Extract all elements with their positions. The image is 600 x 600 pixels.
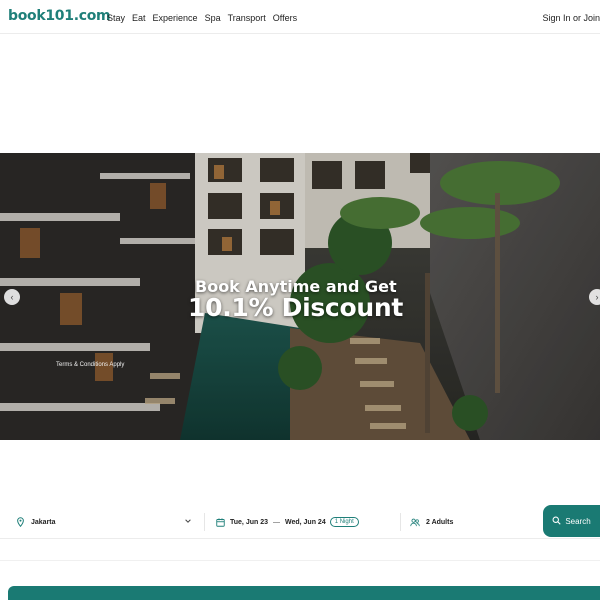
nav-transport[interactable]: Transport [228,13,266,23]
hero-banner[interactable]: Book Anytime and Get 10.1% Discount Term… [0,153,600,440]
divider [204,513,205,531]
top-header: book101.com Stay Eat Experience Spa Tran… [0,0,600,34]
promo-section-band [8,586,600,600]
guests-select[interactable]: 2 Adults [410,505,453,539]
guests-value: 2 Adults [426,518,454,526]
carousel-next-button[interactable]: › [589,289,600,305]
section-divider [0,560,600,561]
site-logo[interactable]: book101.com [8,8,111,24]
divider [400,513,401,531]
search-bar-underline [0,538,600,539]
search-button-label: Search [565,516,591,526]
date-separator: — [273,518,280,526]
location-select[interactable]: Jakarta [16,505,196,539]
nav-experience[interactable]: Experience [153,13,198,23]
checkin-date: Tue, Jun 23 [230,518,268,526]
calendar-icon [216,517,225,527]
search-bar: Jakarta Tue, Jun 23 — Wed, Jun 24 1 Nigh… [0,505,600,539]
carousel-prev-button[interactable]: ‹ [4,289,20,305]
chevron-down-icon [184,517,192,525]
search-button[interactable]: Search [543,505,600,537]
hero-discount: 10.1% Discount [188,293,403,322]
checkout-date: Wed, Jun 24 [285,518,326,526]
main-nav: Stay Eat Experience Spa Transport Offers [107,13,297,23]
chevron-right-icon: › [595,292,599,302]
location-pin-icon [16,517,25,527]
chevron-left-icon: ‹ [10,292,14,302]
nav-eat[interactable]: Eat [132,13,146,23]
users-icon [410,518,420,527]
signin-link[interactable]: Sign In or Join [542,13,600,23]
nav-stay[interactable]: Stay [107,13,125,23]
hero-terms[interactable]: Terms & Conditions Apply [56,362,124,368]
nights-badge: 1 Night [329,517,359,527]
location-value: Jakarta [31,518,56,526]
nav-spa[interactable]: Spa [205,13,221,23]
nav-offers[interactable]: Offers [273,13,297,23]
search-icon [552,516,561,527]
date-range-picker[interactable]: Tue, Jun 23 — Wed, Jun 24 1 Night [216,505,359,539]
